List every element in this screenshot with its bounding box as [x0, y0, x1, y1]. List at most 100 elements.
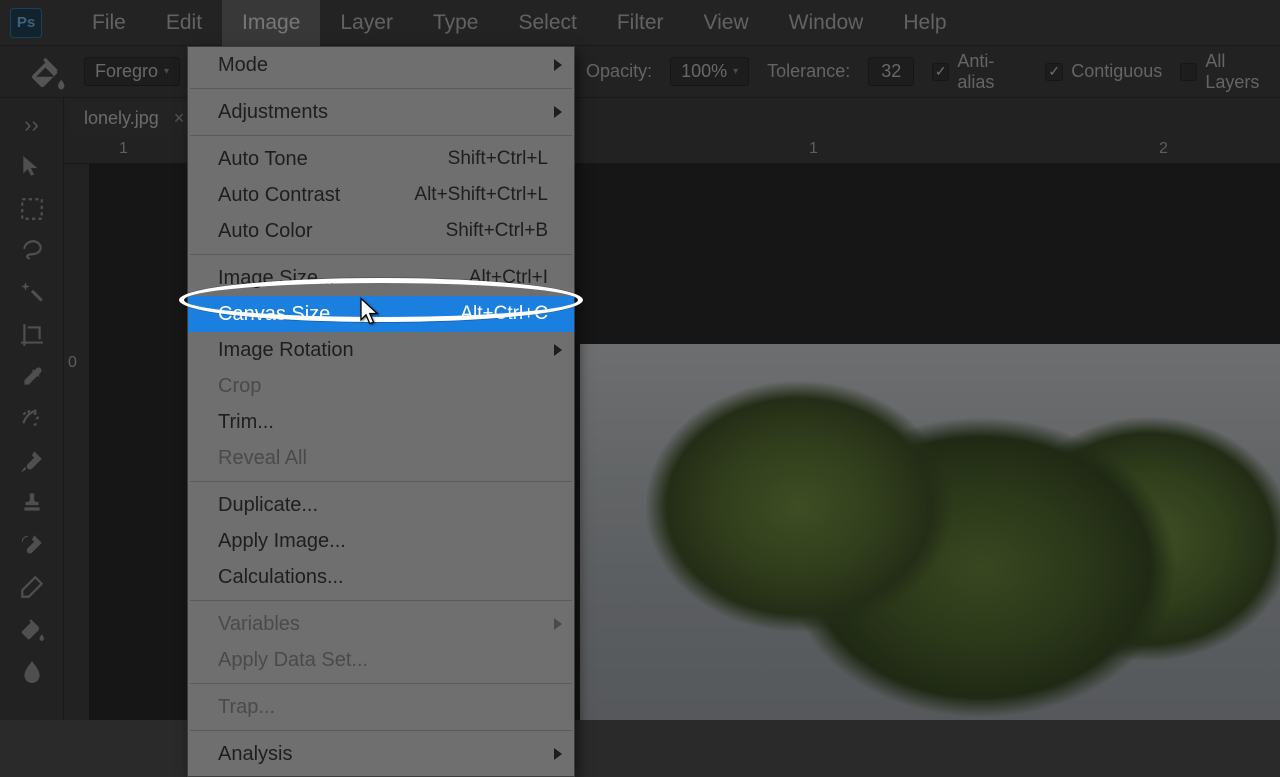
menu-type[interactable]: Type — [413, 0, 499, 46]
menu-item-auto-color[interactable]: Auto ColorShift+Ctrl+B — [188, 213, 574, 249]
menu-item-label: Apply Data Set... — [218, 646, 368, 674]
menu-item-apply-data-set: Apply Data Set... — [188, 642, 574, 678]
menu-item-duplicate[interactable]: Duplicate... — [188, 487, 574, 523]
menu-item-label: Mode — [218, 51, 268, 79]
menu-item-label: Auto Tone — [218, 145, 308, 173]
menu-item-shortcut: Alt+Shift+Ctrl+L — [414, 181, 548, 209]
move-tool-icon[interactable] — [2, 146, 62, 188]
chevron-down-icon: ▾ — [733, 66, 738, 77]
marquee-tool-icon[interactable] — [2, 188, 62, 230]
menu-item-label: Canvas Size... — [218, 300, 347, 328]
ruler-vertical: 0 — [64, 164, 90, 720]
menu-item-mode[interactable]: Mode — [188, 47, 574, 83]
fill-mode-dropdown[interactable]: Foregro ▾ — [84, 57, 180, 86]
magic-wand-tool-icon[interactable] — [2, 272, 62, 314]
menu-item-image-rotation[interactable]: Image Rotation — [188, 332, 574, 368]
ruler-tick: 1 — [119, 140, 128, 158]
menu-item-apply-image[interactable]: Apply Image... — [188, 523, 574, 559]
menu-item-label: Auto Color — [218, 217, 313, 245]
ruler-tick: 0 — [68, 354, 77, 372]
menu-separator — [190, 481, 572, 482]
menu-item-label: Reveal All — [218, 444, 307, 472]
blur-tool-icon[interactable] — [2, 650, 62, 692]
app-logo: Ps — [10, 8, 42, 38]
stamp-tool-icon[interactable] — [2, 482, 62, 524]
menu-item-label: Variables — [218, 610, 300, 638]
menu-item-canvas-size[interactable]: Canvas Size... Alt+Ctrl+C — [188, 296, 574, 332]
menubar: Ps FileEditImageLayerTypeSelectFilterVie… — [0, 0, 1280, 46]
tolerance-field[interactable]: 32 — [868, 57, 914, 86]
menu-item-reveal-all: Reveal All — [188, 440, 574, 476]
menu-item-trim[interactable]: Trim... — [188, 404, 574, 440]
menu-item-label: Analysis — [218, 740, 292, 768]
menu-item-label: Auto Contrast — [218, 181, 340, 209]
menu-item-image-size[interactable]: Image Size...Alt+Ctrl+I — [188, 260, 574, 296]
brush-tool-icon[interactable] — [2, 440, 62, 482]
menu-select[interactable]: Select — [498, 0, 596, 46]
menu-filter[interactable]: Filter — [597, 0, 684, 46]
menu-item-calculations[interactable]: Calculations... — [188, 559, 574, 595]
menu-image[interactable]: Image — [222, 0, 320, 46]
menu-window[interactable]: Window — [769, 0, 884, 46]
all-layers-checkbox[interactable] — [1180, 63, 1197, 81]
menu-separator — [190, 730, 572, 731]
submenu-arrow-icon — [554, 344, 562, 356]
paint-bucket-tool-icon[interactable] — [2, 608, 62, 650]
antialias-checkbox[interactable]: ✓ — [932, 63, 949, 81]
document-tab[interactable]: lonely.jpg × — [70, 102, 198, 135]
menu-item-label: Trap... — [218, 693, 275, 721]
all-layers-label: All Layers — [1205, 51, 1280, 93]
menu-item-adjustments[interactable]: Adjustments — [188, 94, 574, 130]
menu-separator — [190, 600, 572, 601]
menu-file[interactable]: File — [72, 0, 146, 46]
menu-item-label: Image Size... — [218, 264, 335, 292]
document-tab-bar: lonely.jpg × — [70, 98, 198, 138]
document-image — [580, 344, 1280, 720]
menu-item-analysis[interactable]: Analysis — [188, 736, 574, 772]
toolbox: ›› — [0, 98, 64, 720]
opacity-field[interactable]: 100% ▾ — [670, 57, 749, 86]
healing-brush-tool-icon[interactable] — [2, 398, 62, 440]
menu-separator — [190, 88, 572, 89]
menu-separator — [190, 135, 572, 136]
menu-separator — [190, 683, 572, 684]
expand-toolbox-icon[interactable]: ›› — [2, 104, 62, 146]
menu-layer[interactable]: Layer — [320, 0, 413, 46]
menu-item-label: Duplicate... — [218, 491, 318, 519]
menu-item-auto-tone[interactable]: Auto Tone Shift+Ctrl+L — [188, 141, 574, 177]
fill-mode-value: Foregro — [95, 61, 158, 82]
menu-item-label: Trim... — [218, 408, 274, 436]
menu-item-label: Adjustments — [218, 98, 328, 126]
chevron-down-icon: ▾ — [164, 66, 169, 77]
tolerance-label: Tolerance: — [767, 61, 850, 82]
menu-item-shortcut: Shift+Ctrl+L — [448, 145, 548, 173]
close-icon[interactable]: × — [174, 108, 185, 128]
image-menu-dropdown: ModeAdjustmentsAuto ToneShift+Ctrl+LAuto… — [187, 46, 575, 777]
crop-tool-icon[interactable] — [2, 314, 62, 356]
tolerance-value: 32 — [881, 61, 901, 82]
submenu-arrow-icon — [554, 748, 562, 760]
eraser-tool-icon[interactable] — [2, 566, 62, 608]
menu-item-label: Image Rotation — [218, 336, 354, 364]
ruler-tick: 2 — [1159, 140, 1168, 158]
eyedropper-tool-icon[interactable] — [2, 356, 62, 398]
menu-item-variables: Variables — [188, 606, 574, 642]
opacity-value: 100% — [681, 61, 727, 82]
menu-item-crop: Crop — [188, 368, 574, 404]
menu-view[interactable]: View — [684, 0, 769, 46]
menu-item-auto-contrast[interactable]: Auto Contrast Alt+Shift+Ctrl+L — [188, 177, 574, 213]
lasso-tool-icon[interactable] — [2, 230, 62, 272]
menu-help[interactable]: Help — [883, 0, 966, 46]
opacity-label: Opacity: — [586, 61, 652, 82]
menu-item-label: Calculations... — [218, 563, 344, 591]
paint-bucket-icon — [28, 52, 66, 92]
menu-item-shortcut: Alt+Ctrl+C — [460, 300, 548, 328]
menu-separator — [190, 254, 572, 255]
ruler-tick: 1 — [809, 140, 818, 158]
history-brush-tool-icon[interactable] — [2, 524, 62, 566]
document-tab-label: lonely.jpg — [84, 108, 159, 128]
contiguous-label: Contiguous — [1071, 61, 1162, 82]
menu-edit[interactable]: Edit — [146, 0, 222, 46]
antialias-label: Anti-alias — [957, 51, 1027, 93]
contiguous-checkbox[interactable]: ✓ — [1045, 63, 1063, 81]
